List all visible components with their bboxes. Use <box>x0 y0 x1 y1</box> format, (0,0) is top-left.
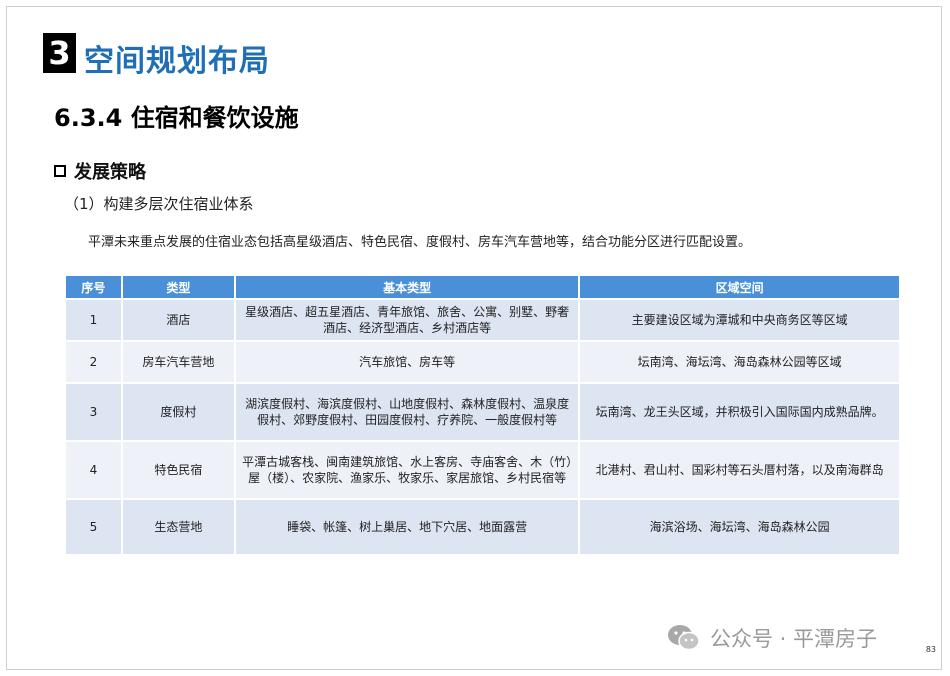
table-row: 5 生态营地 睡袋、帐篷、树上巢居、地下穴居、地面露营 海滨浴场、海坛湾、海岛森… <box>66 498 899 554</box>
item-heading: （1）构建多层次住宿业体系 <box>64 195 254 213</box>
header-region: 区域空间 <box>580 276 899 298</box>
watermark: 公众号 · 平潭房子 <box>666 623 877 653</box>
cell-type: 度假村 <box>122 382 236 440</box>
cell-no: 3 <box>66 382 123 440</box>
cell-basic: 平潭古城客栈、闽南建筑旅馆、水上客房、寺庙客舍、木（竹）屋（楼）、农家院、渔家乐… <box>235 440 581 498</box>
page-number: 83 <box>925 645 936 654</box>
cell-basic: 星级酒店、超五星酒店、青年旅馆、旅舍、公寓、别墅、野奢酒店、经济型酒店、乡村酒店… <box>235 298 581 340</box>
cell-no: 1 <box>66 298 123 340</box>
cell-region: 海滨浴场、海坛湾、海岛森林公园 <box>580 498 899 554</box>
cell-basic: 汽车旅馆、房车等 <box>235 340 581 382</box>
cell-type: 酒店 <box>122 298 236 340</box>
cell-no: 5 <box>66 498 123 554</box>
strategy-heading: 发展策略 <box>54 158 146 184</box>
header-no: 序号 <box>66 276 123 298</box>
cell-region: 坛南湾、龙王头区域，并积极引入国际国内成熟品牌。 <box>580 382 899 440</box>
cell-basic: 睡袋、帐篷、树上巢居、地下穴居、地面露营 <box>235 498 581 554</box>
header-type: 类型 <box>122 276 236 298</box>
cell-basic: 湖滨度假村、海滨度假村、山地度假村、森林度假村、温泉度假村、郊野度假村、田园度假… <box>235 382 581 440</box>
cell-region: 北港村、君山村、国彩村等石头厝村落，以及南海群岛 <box>580 440 899 498</box>
intro-paragraph: 平潭未来重点发展的住宿业态包括高星级酒店、特色民宿、度假村、房车汽车营地等，结合… <box>88 235 752 250</box>
strategy-label: 发展策略 <box>74 162 146 183</box>
accommodation-table: 序号 类型 基本类型 区域空间 1 酒店 星级酒店、超五星酒店、青年旅馆、旅舍、… <box>66 276 899 554</box>
table-row: 1 酒店 星级酒店、超五星酒店、青年旅馆、旅舍、公寓、别墅、野奢酒店、经济型酒店… <box>66 298 899 340</box>
cell-type: 生态营地 <box>122 498 236 554</box>
section-title: 空间规划布局 <box>84 44 270 79</box>
cell-region: 坛南湾、海坛湾、海岛森林公园等区域 <box>580 340 899 382</box>
subsection-title: 6.3.4 住宿和餐饮设施 <box>54 104 299 132</box>
cell-region: 主要建设区域为潭城和中央商务区等区域 <box>580 298 899 340</box>
section-number: 3 <box>43 33 76 73</box>
header-basic: 基本类型 <box>235 276 581 298</box>
table-header-row: 序号 类型 基本类型 区域空间 <box>66 276 899 298</box>
table-row: 4 特色民宿 平潭古城客栈、闽南建筑旅馆、水上客房、寺庙客舍、木（竹）屋（楼）、… <box>66 440 899 498</box>
watermark-text: 公众号 · 平潭房子 <box>710 627 878 651</box>
cell-type: 房车汽车营地 <box>122 340 236 382</box>
cell-no: 2 <box>66 340 123 382</box>
cell-type: 特色民宿 <box>122 440 236 498</box>
cell-no: 4 <box>66 440 123 498</box>
table-row: 3 度假村 湖滨度假村、海滨度假村、山地度假村、森林度假村、温泉度假村、郊野度假… <box>66 382 899 440</box>
wechat-icon <box>668 625 700 651</box>
checkbox-icon <box>54 165 66 177</box>
table-row: 2 房车汽车营地 汽车旅馆、房车等 坛南湾、海坛湾、海岛森林公园等区域 <box>66 340 899 382</box>
